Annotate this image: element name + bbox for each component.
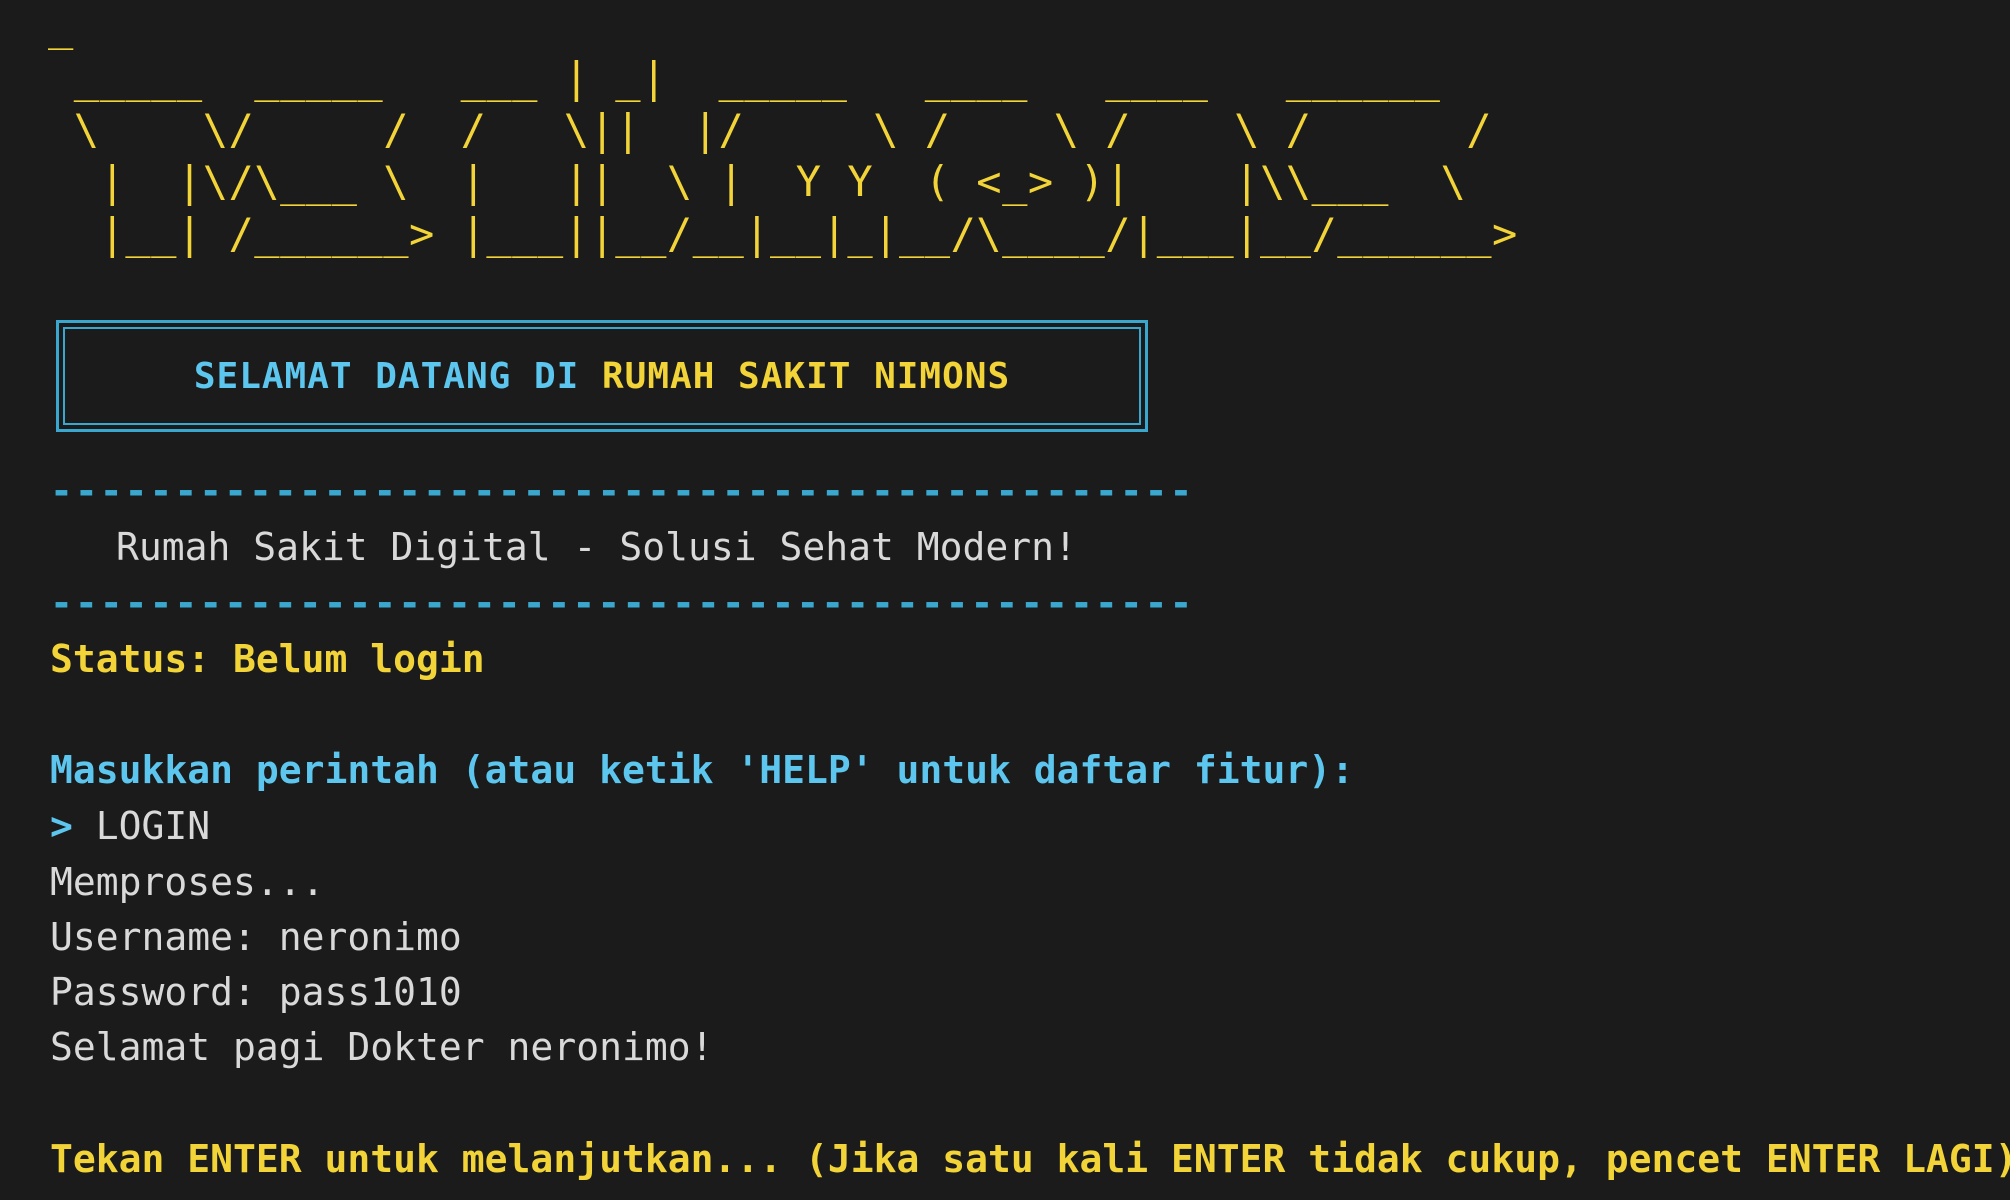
command-prompt-info: Masukkan perintah (atau ketik 'HELP' unt…	[50, 748, 1355, 792]
welcome-banner-part-2: RUMAH SAKIT NIMONS	[602, 355, 1011, 397]
welcome-banner-text: SELAMAT DATANG DI RUMAH SAKIT NIMONS	[194, 356, 1010, 397]
processing-text: Memproses...	[50, 860, 325, 904]
welcome-banner-part-1: SELAMAT DATANG DI	[193, 355, 602, 397]
tagline: Rumah Sakit Digital - Solusi Sehat Moder…	[116, 525, 1077, 569]
ascii-logo: _ _____ _____ ___ | _| _____ ____ ____ _…	[48, 1, 1518, 258]
welcome-banner: SELAMAT DATANG DI RUMAH SAKIT NIMONS	[56, 320, 1148, 432]
command-input-line[interactable]: > LOGIN	[50, 801, 210, 851]
prompt-caret: >	[50, 804, 96, 848]
greeting-text: Selamat pagi Dokter neronimo!	[50, 1025, 714, 1069]
login-status: Status: Belum login	[50, 637, 485, 681]
password-line: Password: pass1010	[50, 970, 462, 1014]
continue-prompt: Tekan ENTER untuk melanjutkan... (Jika s…	[50, 1134, 2010, 1184]
command-text: LOGIN	[95, 804, 211, 848]
divider-top: ----------------------------------------…	[50, 469, 1195, 513]
divider-bottom: ----------------------------------------…	[50, 581, 1195, 625]
username-line: Username: neronimo	[50, 915, 462, 959]
terminal-window[interactable]: _ _____ _____ ___ | _| _____ ____ ____ _…	[0, 0, 2010, 1200]
continue-prompt-text: Tekan ENTER untuk melanjutkan... (Jika s…	[50, 1137, 2010, 1181]
